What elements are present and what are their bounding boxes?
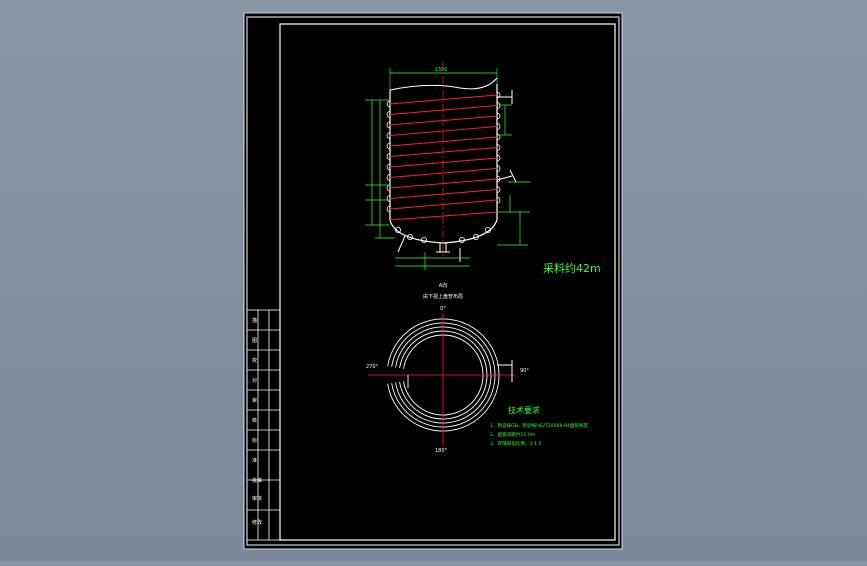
drawing-sheet: [243, 12, 623, 550]
title-block-cell: 准: [252, 457, 257, 464]
tech-line-2: 2、盘管间距约11.0m: [490, 431, 536, 438]
section-right-angle: 90°: [520, 368, 529, 374]
drawing-canvas: 描图校对审核标准批准审核修改 1300 采料约42m A向 由下视上盘管布局 0…: [243, 12, 623, 550]
title-block-cell: 审核: [252, 495, 262, 502]
section-left-angle: 270°: [366, 364, 379, 370]
section-view-label: A向: [439, 282, 447, 289]
title-block-cell: 核: [252, 417, 257, 424]
title-block-cell: 描: [252, 317, 257, 324]
cad-viewport[interactable]: 描图校对审核标准批准 审核 修改 1300 采料约42m A向 由下视上盘管布局…: [0, 0, 867, 562]
tech-title: 技术要求: [508, 405, 540, 415]
title-block-cell: 审: [252, 397, 257, 404]
section-top-angle: 0°: [440, 306, 446, 312]
title-block-cell: 修改: [252, 519, 262, 526]
title-block-cell: 对: [252, 377, 257, 384]
title-block-cell: 批准: [252, 477, 262, 484]
section-view-sublabel: 由下视上盘管布局: [423, 293, 463, 300]
tech-line-3: 3、焊缝探伤比例：1:1.5: [490, 440, 542, 447]
title-block-cell: 校: [252, 357, 257, 364]
top-dimension-label: 1300: [435, 67, 448, 73]
section-bottom-angle: 180°: [435, 448, 448, 454]
title-block-cell: 图: [252, 338, 257, 344]
tech-line-1: 1、制造按GB、检验按HG/T20569-94盘管规定: [490, 422, 589, 429]
coil-length-label: 采料约42m: [543, 261, 601, 275]
title-block-cell: 标: [252, 437, 257, 444]
